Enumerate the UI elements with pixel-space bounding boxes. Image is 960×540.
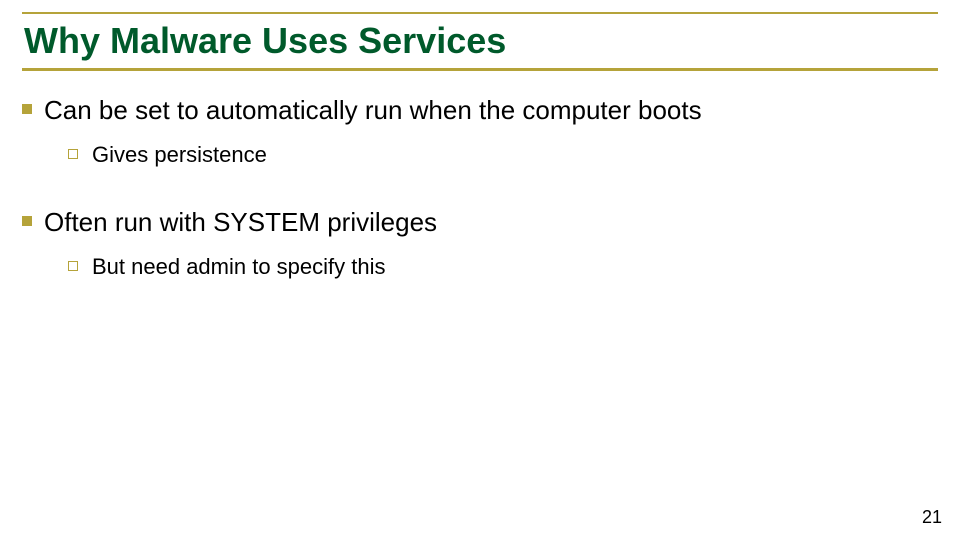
slide-title: Why Malware Uses Services	[24, 20, 506, 62]
subbullet-text: Gives persistence	[92, 141, 267, 169]
slide: Why Malware Uses Services Can be set to …	[0, 0, 960, 540]
bullet-level2: Gives persistence	[68, 141, 938, 169]
top-rule	[22, 12, 938, 14]
hollow-square-icon	[68, 261, 78, 271]
slide-content: Can be set to automatically run when the…	[22, 94, 938, 318]
bullet-level1: Can be set to automatically run when the…	[22, 94, 938, 127]
bullet-level1: Often run with SYSTEM privileges	[22, 206, 938, 239]
bullet-level2: But need admin to specify this	[68, 253, 938, 281]
page-number: 21	[922, 507, 942, 528]
subbullet-text: But need admin to specify this	[92, 253, 386, 281]
square-bullet-icon	[22, 104, 32, 114]
square-bullet-icon	[22, 216, 32, 226]
bullet-text: Often run with SYSTEM privileges	[44, 206, 437, 239]
title-underline	[22, 68, 938, 71]
hollow-square-icon	[68, 149, 78, 159]
bullet-text: Can be set to automatically run when the…	[44, 94, 702, 127]
